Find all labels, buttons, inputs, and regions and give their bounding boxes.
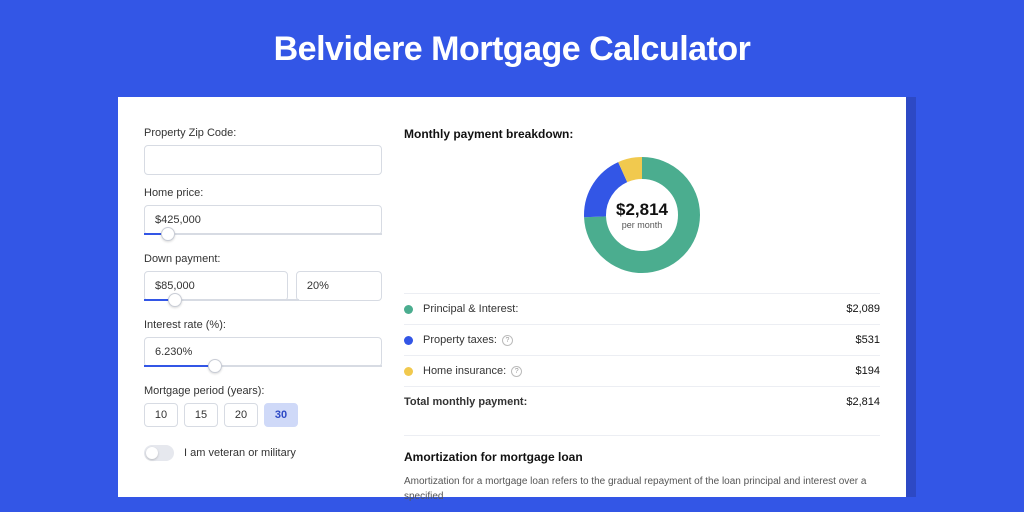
- veteran-toggle[interactable]: [144, 445, 174, 461]
- donut-value: $2,814: [616, 200, 668, 220]
- legend-label: Home insurance:?: [423, 365, 856, 377]
- amortization-text: Amortization for a mortgage loan refers …: [404, 474, 880, 504]
- veteran-label: I am veteran or military: [184, 447, 296, 459]
- period-button-30[interactable]: 30: [264, 403, 298, 427]
- zip-input[interactable]: [144, 145, 382, 175]
- amortization-title: Amortization for mortgage loan: [404, 450, 880, 464]
- interest-input[interactable]: [144, 337, 382, 367]
- legend-value: $2,089: [846, 303, 880, 315]
- legend: Principal & Interest:$2,089Property taxe…: [404, 293, 880, 417]
- legend-total-label: Total monthly payment:: [404, 396, 846, 408]
- home-price-field-group: Home price:: [144, 187, 382, 241]
- period-field-group: Mortgage period (years): 10152030: [144, 385, 382, 427]
- home-price-label: Home price:: [144, 187, 382, 199]
- legend-dot-icon: [404, 367, 413, 376]
- down-payment-slider[interactable]: [144, 299, 299, 307]
- slider-thumb-icon[interactable]: [168, 293, 182, 307]
- legend-total-value: $2,814: [846, 396, 880, 408]
- down-payment-field-group: Down payment:: [144, 253, 382, 307]
- breakdown-panel: Monthly payment breakdown: $2,814 per mo…: [404, 127, 880, 497]
- period-button-15[interactable]: 15: [184, 403, 218, 427]
- legend-row: Property taxes:?$531: [404, 325, 880, 356]
- interest-slider[interactable]: [144, 365, 382, 373]
- period-label: Mortgage period (years):: [144, 385, 382, 397]
- legend-value: $194: [856, 365, 880, 377]
- down-payment-pct-input[interactable]: [296, 271, 382, 301]
- amortization-section: Amortization for mortgage loan Amortizat…: [404, 435, 880, 504]
- legend-label: Property taxes:?: [423, 334, 856, 346]
- period-button-20[interactable]: 20: [224, 403, 258, 427]
- slider-thumb-icon[interactable]: [161, 227, 175, 241]
- interest-label: Interest rate (%):: [144, 319, 382, 331]
- interest-field-group: Interest rate (%):: [144, 319, 382, 373]
- period-buttons: 10152030: [144, 403, 382, 427]
- info-icon[interactable]: ?: [502, 335, 513, 346]
- legend-value: $531: [856, 334, 880, 346]
- zip-label: Property Zip Code:: [144, 127, 382, 139]
- info-icon[interactable]: ?: [511, 366, 522, 377]
- home-price-slider[interactable]: [144, 233, 382, 241]
- donut-chart: $2,814 per month: [404, 155, 880, 275]
- legend-label: Principal & Interest:: [423, 303, 846, 315]
- down-payment-label: Down payment:: [144, 253, 382, 265]
- legend-dot-icon: [404, 305, 413, 314]
- period-button-10[interactable]: 10: [144, 403, 178, 427]
- legend-dot-icon: [404, 336, 413, 345]
- breakdown-title: Monthly payment breakdown:: [404, 127, 880, 141]
- veteran-row: I am veteran or military: [144, 445, 382, 461]
- calculator-card: Property Zip Code: Home price: Down paym…: [118, 97, 906, 497]
- legend-row: Principal & Interest:$2,089: [404, 294, 880, 325]
- legend-total-row: Total monthly payment:$2,814: [404, 387, 880, 417]
- form-panel: Property Zip Code: Home price: Down paym…: [144, 127, 382, 497]
- zip-field-group: Property Zip Code:: [144, 127, 382, 175]
- toggle-knob-icon: [146, 447, 158, 459]
- page-title: Belvidere Mortgage Calculator: [0, 0, 1024, 97]
- donut-sub: per month: [616, 220, 668, 230]
- down-payment-amount-input[interactable]: [144, 271, 288, 301]
- slider-thumb-icon[interactable]: [208, 359, 222, 373]
- home-price-input[interactable]: [144, 205, 382, 235]
- legend-row: Home insurance:?$194: [404, 356, 880, 387]
